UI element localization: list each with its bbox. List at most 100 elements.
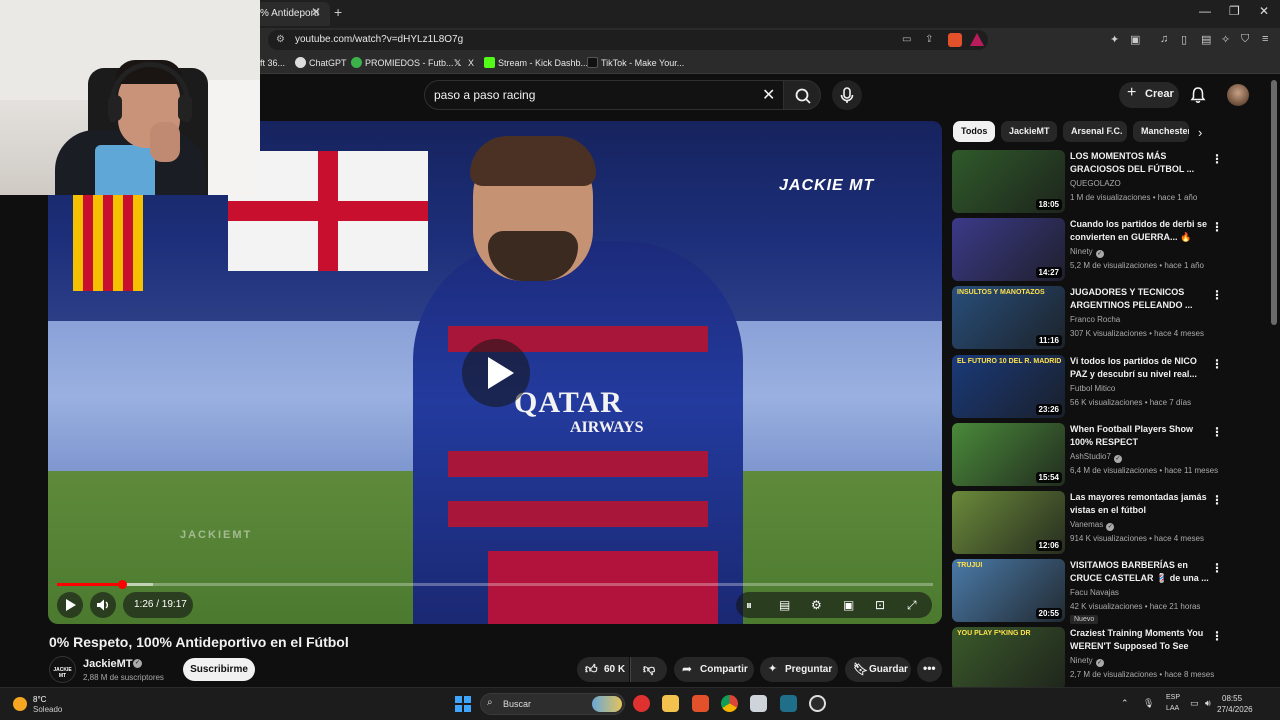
related-channel[interactable]: AshStudio7 ✓ [1070, 452, 1122, 463]
network-icon[interactable]: ▭ [1190, 698, 1199, 709]
related-video-title[interactable]: JUGADORES Y TECNICOS ARGENTINOS PELEANDO… [1070, 286, 1210, 312]
obs-icon[interactable] [809, 695, 826, 712]
related-video-item[interactable]: EL FUTURO 10 DEL R. MADRID 23:26 Vi todos … [952, 354, 1223, 419]
related-video-item[interactable]: INSULTOS Y MANOTAZOS 11:16 JUGADORES Y TEC… [952, 286, 1223, 350]
progress-bar[interactable] [57, 580, 933, 589]
file-explorer-icon[interactable] [662, 695, 679, 712]
new-tab-button[interactable]: + [334, 4, 342, 20]
play-button[interactable] [57, 592, 83, 618]
related-video-item[interactable]: TRUJUI 20:55 VISITAMOS BARBERÍAS en CRUCE … [952, 559, 1223, 625]
chrome-icon[interactable] [721, 695, 738, 712]
related-video-item[interactable]: 12:06 Las mayores remontadas jamás vistas… [952, 491, 1223, 555]
chip-arsenal[interactable]: Arsenal F.C. [1063, 121, 1127, 142]
clock-time[interactable]: 08:55 [1222, 694, 1242, 703]
vpn-icon[interactable]: ⛉ [1241, 33, 1249, 46]
sidebar-icon[interactable]: ▯ [1181, 33, 1187, 46]
user-avatar[interactable] [1227, 84, 1249, 106]
extensions-icon[interactable]: ✦ [1110, 33, 1119, 46]
share-button[interactable]: ➦ Compartir [674, 657, 754, 682]
chevron-right-icon[interactable]: › [1198, 125, 1202, 140]
video-thumbnail[interactable]: 14:27 [952, 218, 1065, 282]
video-thumbnail[interactable]: 18:05 [952, 150, 1065, 213]
related-channel[interactable]: Facu Navajas [1070, 588, 1119, 597]
more-vertical-icon[interactable]: ⋮ [1211, 357, 1223, 371]
more-vertical-icon[interactable]: ⋮ [1211, 288, 1223, 302]
weather-desc[interactable]: Soleado [33, 705, 62, 714]
video-thumbnail[interactable]: YOU PLAY F*KING DR [952, 627, 1065, 691]
related-channel[interactable]: Futbol Mitico [1070, 384, 1115, 393]
share-icon[interactable]: ⇪ [925, 34, 933, 45]
chip-manchester[interactable]: Manchester [1133, 121, 1189, 142]
search-button[interactable] [783, 80, 821, 110]
subtitles-icon[interactable]: ▤ [779, 598, 790, 612]
bookmark-item[interactable]: X [468, 58, 474, 68]
ask-button[interactable]: ✦ Preguntar [760, 657, 838, 682]
related-channel[interactable]: QUEGOLAZO [1070, 179, 1121, 188]
video-thumbnail[interactable]: INSULTOS Y MANOTAZOS 11:16 [952, 286, 1065, 350]
more-vertical-icon[interactable]: ⋮ [1211, 629, 1223, 643]
input-layout[interactable]: LAA [1166, 705, 1179, 712]
voice-search-button[interactable] [832, 80, 862, 110]
tab-close-icon[interactable]: ✕ [311, 5, 321, 19]
fullscreen-icon[interactable]: ⤢ [907, 598, 917, 613]
subscribe-button[interactable]: Suscribirme [183, 658, 255, 681]
video-thumbnail[interactable]: TRUJUI 20:55 [952, 559, 1065, 623]
minimize-icon[interactable]: — [1199, 4, 1211, 18]
chip-todos[interactable]: Todos [953, 121, 995, 142]
restore-icon[interactable]: ❐ [1229, 4, 1240, 18]
leo-ai-icon[interactable]: ✧ [1221, 33, 1230, 46]
related-video-title[interactable]: When Football Players Show 100% RESPECT [1070, 423, 1210, 449]
site-info-icon[interactable]: ⚙ [276, 34, 285, 45]
url-text[interactable]: youtube.com/watch?v=dHYLz1L8O7g [295, 34, 463, 45]
cast-icon[interactable]: ▭ [902, 34, 911, 45]
bookmark-item[interactable]: ChatGPT [309, 58, 347, 68]
related-video-item[interactable]: 14:27 Cuando los partidos de derbi se con… [952, 218, 1223, 282]
media-app-icon[interactable] [633, 695, 650, 712]
dislike-button[interactable]: 👎︎ [630, 657, 667, 682]
video-thumbnail[interactable]: 12:06 [952, 491, 1065, 554]
channel-avatar[interactable]: JACKIE MT [49, 656, 76, 683]
screenshot-icon[interactable]: ▣ [1130, 33, 1140, 46]
video-thumbnail[interactable]: 15:54 [952, 422, 1065, 486]
more-vertical-icon[interactable]: ⋮ [1211, 425, 1223, 439]
app-icon[interactable] [780, 695, 797, 712]
related-video-title[interactable]: Las mayores remontadas jamás vistas en e… [1070, 491, 1210, 517]
related-video-title[interactable]: Craziest Training Moments You WEREN'T Su… [1070, 627, 1210, 653]
related-channel[interactable]: Ninety ✓ [1070, 247, 1104, 259]
wallet-icon[interactable]: ▤ [1201, 33, 1211, 46]
taskbar-search-placeholder[interactable]: Buscar [503, 699, 531, 709]
autoplay-toggle-icon[interactable]: ⏸ [746, 598, 752, 613]
menu-icon[interactable]: ≡ [1262, 33, 1268, 45]
bookmark-item[interactable]: PROMIEDOS - Futb... [365, 58, 454, 68]
bookmark-item[interactable]: Stream - Kick Dashb... [498, 58, 588, 68]
mute-button[interactable] [90, 592, 116, 618]
media-icon[interactable]: ♫ [1160, 33, 1168, 45]
search-input[interactable]: paso a paso racing [434, 88, 535, 102]
sun-icon[interactable] [13, 697, 27, 711]
close-window-icon[interactable]: ✕ [1259, 4, 1269, 18]
start-button[interactable] [455, 696, 471, 712]
more-vertical-icon[interactable]: ⋮ [1211, 220, 1223, 234]
save-button[interactable]: 🔖︎ Guardar [845, 657, 911, 682]
cast-icon[interactable]: ⊡ [875, 598, 885, 612]
related-video-title[interactable]: Cuando los partidos de derbi se conviert… [1070, 218, 1210, 244]
channel-name[interactable]: JackieMT [83, 658, 133, 670]
bookmark-item[interactable]: ft 36... [260, 58, 285, 68]
related-channel[interactable]: Vanemas ✓ [1070, 520, 1115, 531]
miniplayer-icon[interactable]: ▣ [843, 598, 854, 612]
scrollbar-thumb[interactable] [1271, 80, 1277, 325]
related-video-title[interactable]: Vi todos los partidos de NICO PAZ y desc… [1070, 355, 1210, 381]
mic-tray-icon[interactable]: 🎙︎ [1143, 698, 1154, 709]
more-actions-button[interactable]: ••• [917, 657, 942, 682]
app-icon[interactable] [750, 695, 767, 712]
chip-jackiemt[interactable]: JackieMT [1001, 121, 1057, 142]
brave-rewards-icon[interactable] [970, 33, 984, 46]
volume-tray-icon[interactable]: 🔊︎ [1205, 698, 1211, 709]
related-video-item[interactable]: YOU PLAY F*KING DR Craziest Training Mome… [952, 627, 1223, 691]
clock-date[interactable]: 27/4/2026 [1217, 705, 1253, 714]
weather-temp[interactable]: 8°C [33, 695, 46, 704]
related-channel[interactable]: Franco Rocha [1070, 315, 1120, 324]
related-video-item[interactable]: 18:05 LOS MOMENTOS MÁS GRACIOSOS DEL FÚTB… [952, 150, 1223, 214]
more-vertical-icon[interactable]: ⋮ [1211, 493, 1223, 507]
brave-browser-icon[interactable] [692, 695, 709, 712]
